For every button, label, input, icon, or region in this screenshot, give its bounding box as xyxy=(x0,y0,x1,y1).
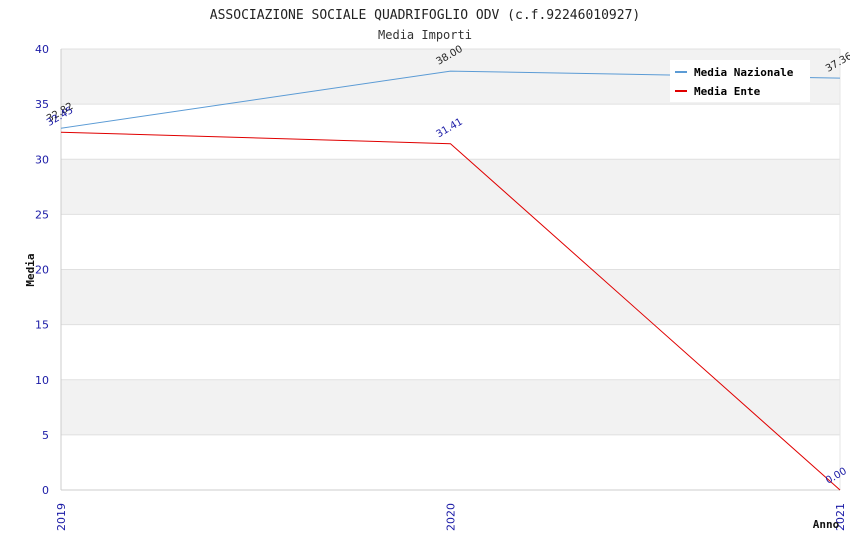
x-tick-label: 2020 xyxy=(445,503,458,531)
y-tick-label: 20 xyxy=(35,264,49,277)
chart-title: ASSOCIAZIONE SOCIALE QUADRIFOGLIO ODV (c… xyxy=(210,8,640,23)
grid-band xyxy=(61,159,840,215)
y-tick-labels: 0 5 10 15 20 25 30 35 40 xyxy=(35,43,49,497)
y-tick-label: 40 xyxy=(35,43,49,56)
legend: Media Nazionale Media Ente xyxy=(670,60,810,102)
y-axis-label: Media xyxy=(24,253,37,286)
chart: ASSOCIAZIONE SOCIALE QUADRIFOGLIO ODV (c… xyxy=(0,0,850,550)
chart-subtitle: Media Importi xyxy=(378,28,472,42)
y-tick-label: 30 xyxy=(35,153,49,166)
x-tick-label: 2019 xyxy=(55,503,68,531)
legend-entry: Media Nazionale xyxy=(694,66,794,79)
y-tick-label: 35 xyxy=(35,98,49,111)
grid-bands xyxy=(61,49,840,435)
x-axis-label: Anno xyxy=(813,518,840,531)
line-chart: ASSOCIAZIONE SOCIALE QUADRIFOGLIO ODV (c… xyxy=(24,8,850,531)
data-label: 0.00 xyxy=(824,466,849,487)
y-tick-label: 25 xyxy=(35,208,49,221)
y-tick-label: 10 xyxy=(35,374,49,387)
data-label: 31.41 xyxy=(435,116,465,140)
y-tick-label: 5 xyxy=(42,429,49,442)
grid-band xyxy=(61,379,840,435)
legend-entry: Media Ente xyxy=(694,85,761,98)
y-tick-label: 15 xyxy=(35,319,49,332)
grid-band xyxy=(61,269,840,325)
y-tick-label: 0 xyxy=(42,484,49,497)
x-tick-labels: 2019 2020 2021 xyxy=(55,503,847,531)
